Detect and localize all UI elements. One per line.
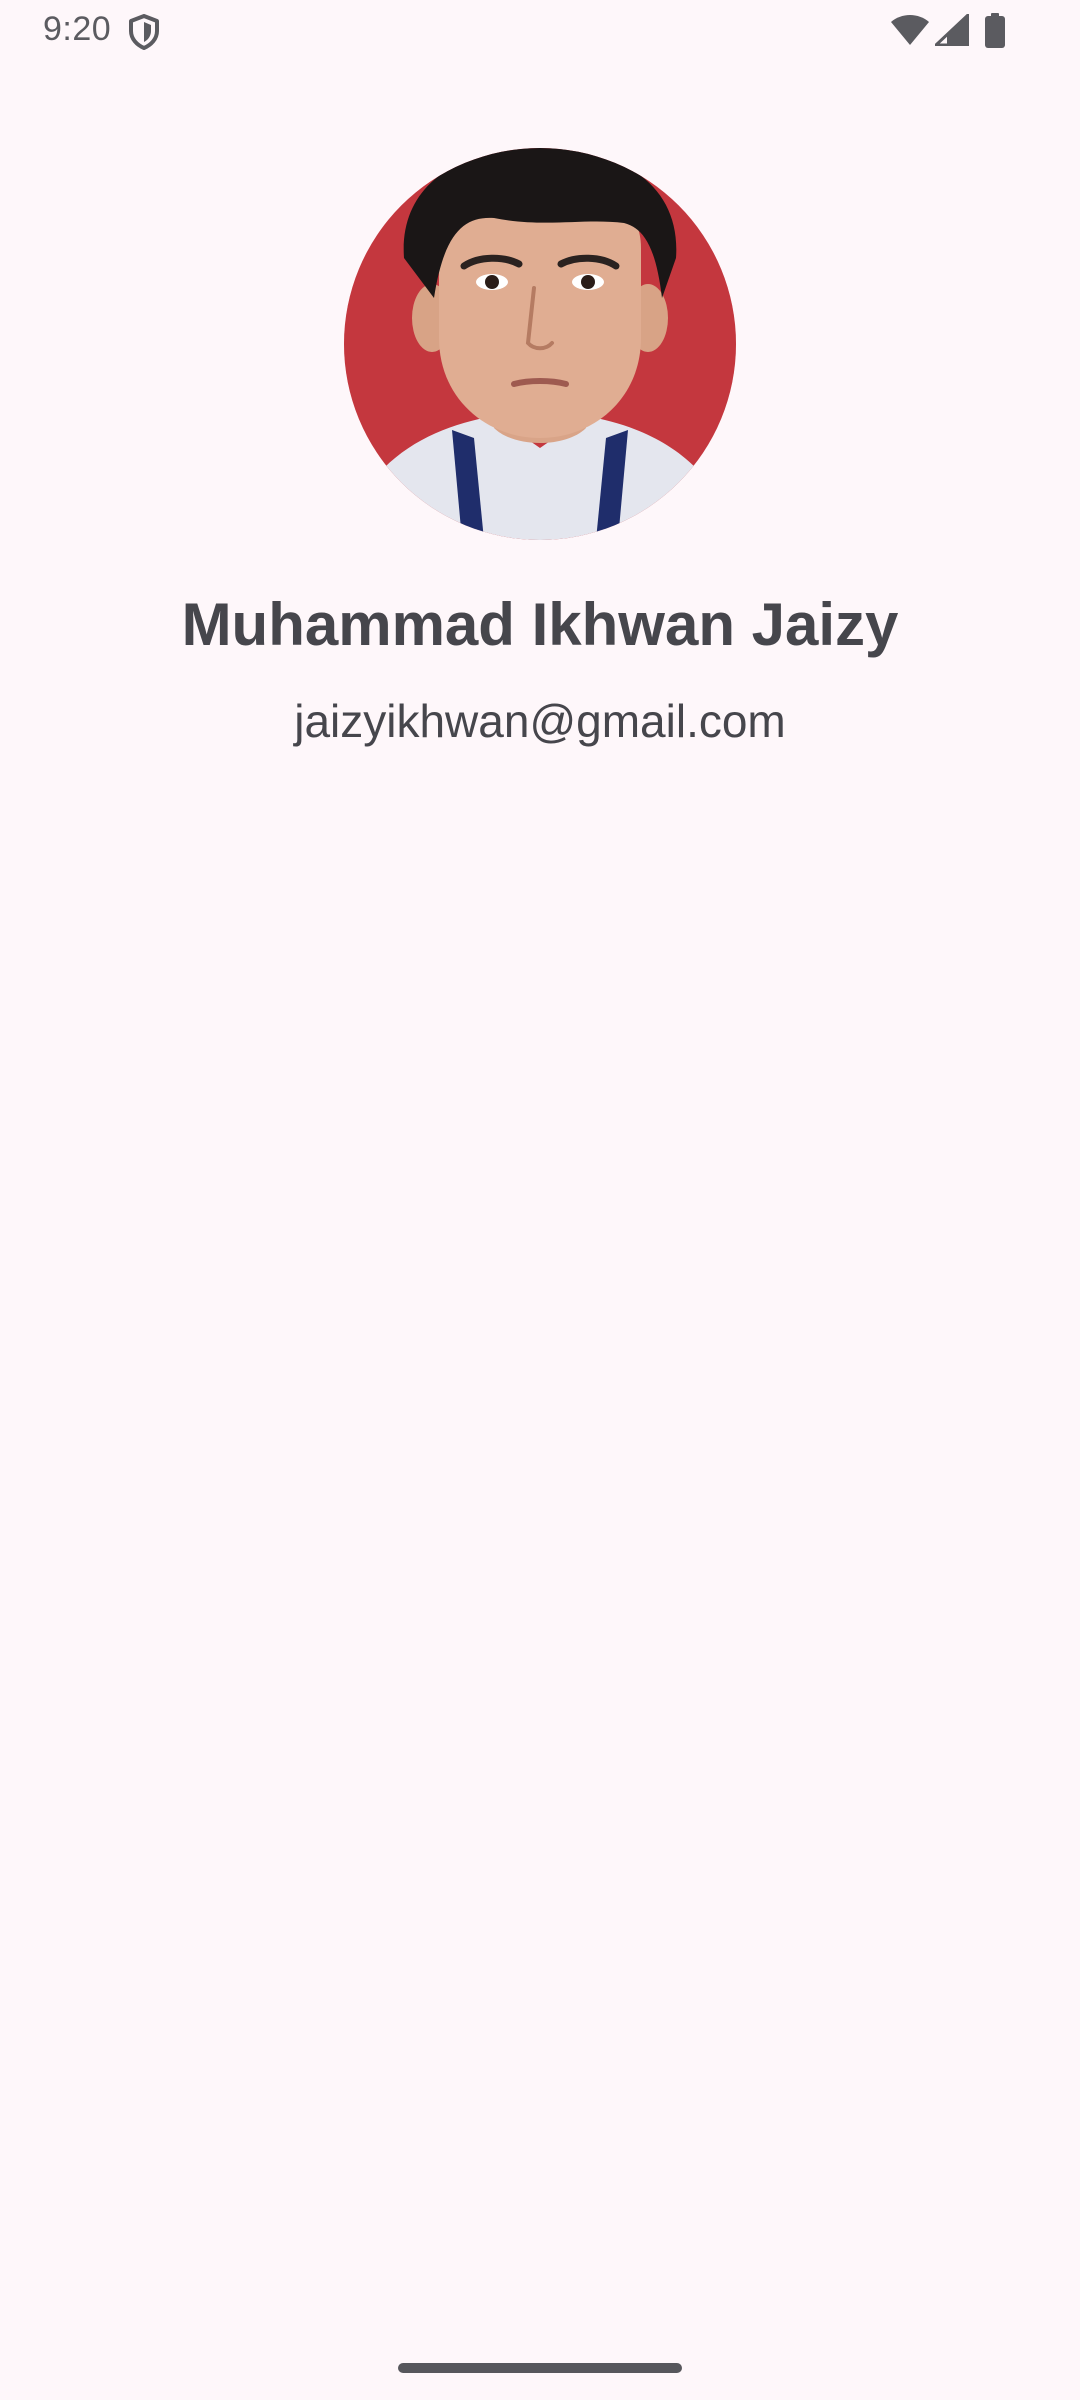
wifi-icon [891,15,929,45]
home-gesture-bar[interactable] [398,2363,682,2373]
profile-screen: 9:20 Muhammad Ikhwan Jaizy jaizyikhwan@g… [0,0,1080,2400]
profile-name: Muhammad Ikhwan Jaizy [181,591,899,658]
status-bar: 9:20 [0,0,1080,64]
status-time: 9:20 [43,10,112,48]
cellular-signal-icon [935,14,969,46]
battery-icon [985,13,1005,48]
profile-email: jaizyikhwan@gmail.com [294,695,786,747]
profile-avatar [344,148,736,540]
shield-icon [129,14,159,50]
